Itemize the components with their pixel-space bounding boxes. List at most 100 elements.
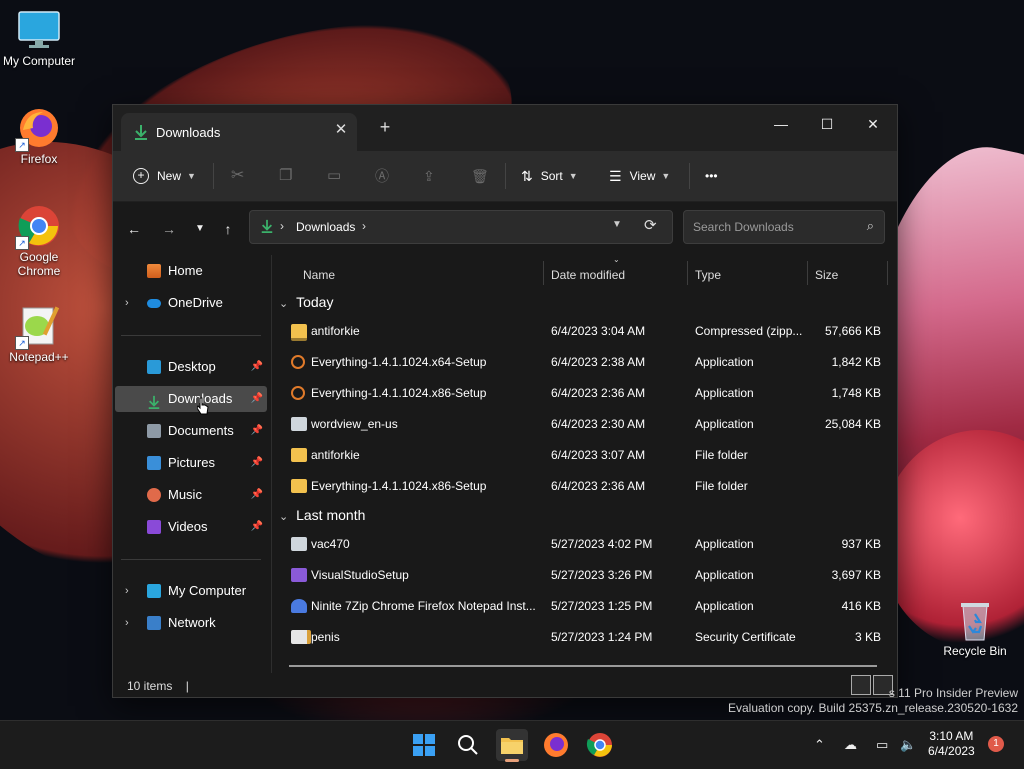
- copy-button[interactable]: ❐: [279, 164, 292, 188]
- view-button[interactable]: ☰ View ▼: [609, 164, 670, 188]
- search-placeholder: Search Downloads: [693, 220, 794, 234]
- file-name: wordview_en-us: [311, 417, 398, 431]
- address-bar[interactable]: › Downloads › ▼ ⟳: [249, 210, 673, 244]
- delete-button[interactable]: 🗑: [471, 164, 489, 188]
- column-header-name[interactable]: Name: [303, 263, 335, 287]
- up-arrow-icon[interactable]: ↑: [217, 219, 239, 239]
- cut-button[interactable]: ✂: [231, 164, 244, 188]
- paste-button[interactable]: ▭: [327, 164, 341, 188]
- file-date-modified: 5/27/2023 1:24 PM: [551, 630, 653, 644]
- taskbar-file-explorer[interactable]: [496, 729, 528, 762]
- divider: [505, 163, 506, 189]
- expand-chevron-icon[interactable]: ›: [125, 578, 129, 604]
- details-view-icon[interactable]: [851, 675, 871, 695]
- file-size: 1,748 KB: [831, 386, 881, 400]
- refresh-icon[interactable]: ⟳: [644, 216, 657, 234]
- file-date-modified: 5/27/2023 4:02 PM: [551, 537, 653, 551]
- column-divider[interactable]: [887, 261, 888, 285]
- file-name: Everything-1.4.1.1024.x86-Setup: [311, 386, 487, 400]
- search-button[interactable]: [452, 729, 484, 761]
- sort-icon: ⇅: [521, 168, 533, 184]
- close-tab-icon[interactable]: ✕: [331, 120, 351, 140]
- forward-arrow-icon[interactable]: →: [158, 219, 180, 239]
- sidebar-item-home[interactable]: Home: [115, 258, 267, 284]
- column-header-size[interactable]: Size: [815, 263, 838, 287]
- sidebar-item-onedrive[interactable]: › OneDrive: [115, 290, 267, 316]
- chrome-icon: ↗: [15, 204, 61, 250]
- sidebar-item-network[interactable]: › Network: [115, 610, 267, 636]
- expand-chevron-icon[interactable]: ›: [125, 610, 129, 636]
- back-arrow-icon[interactable]: ←: [123, 219, 145, 239]
- sidebar-item-label: Documents: [168, 423, 234, 438]
- search-input[interactable]: Search Downloads ⌕: [683, 210, 885, 244]
- file-date-modified: 6/4/2023 2:30 AM: [551, 417, 646, 431]
- show-hidden-icons-chevron-icon[interactable]: ⌃: [814, 737, 825, 753]
- sidebar-item-my-computer[interactable]: › My Computer: [115, 578, 267, 604]
- cloud-offline-icon[interactable]: ☁: [844, 737, 857, 753]
- file-row[interactable]: Ninite 7Zip Chrome Firefox Notepad Inst.…: [273, 591, 895, 621]
- share-button[interactable]: ⇪: [423, 164, 435, 188]
- clock[interactable]: 3:10 AM 6/4/2023: [928, 729, 975, 759]
- file-row[interactable]: Everything-1.4.1.1024.x86-Setup 6/4/2023 …: [273, 378, 895, 408]
- network-icon[interactable]: ▭: [876, 737, 888, 753]
- clock-time: 3:10 AM: [929, 729, 974, 743]
- column-header-type[interactable]: Type: [695, 263, 721, 287]
- notification-badge[interactable]: 1: [988, 736, 1004, 752]
- file-row[interactable]: penis 5/27/2023 1:24 PM Security Certifica…: [273, 622, 895, 652]
- desktop-icon-notepad-plus-plus[interactable]: ↗ Notepad++: [0, 304, 81, 364]
- desktop-icon-label: My Computer: [2, 54, 76, 68]
- trash-icon: 🗑: [471, 168, 489, 184]
- address-dropdown-icon[interactable]: ▼: [612, 219, 622, 230]
- sidebar-item-pictures[interactable]: Pictures 📌: [115, 450, 267, 476]
- desktop-icon-firefox[interactable]: ↗ Firefox: [0, 106, 81, 166]
- sidebar-item-label: Desktop: [168, 359, 216, 374]
- view-list-icon: ☰: [609, 168, 622, 184]
- file-row[interactable]: VisualStudioSetup 5/27/2023 3:26 PM Applic…: [273, 560, 895, 590]
- desktop-icon-google-chrome[interactable]: ↗ Google Chrome: [0, 204, 81, 278]
- start-button[interactable]: [408, 729, 440, 761]
- volume-icon[interactable]: 🔈: [900, 737, 916, 753]
- taskbar-firefox[interactable]: [540, 729, 572, 761]
- maximize-button[interactable]: ☐: [809, 111, 845, 137]
- column-header-date-modified[interactable]: Date modified: [551, 263, 625, 287]
- close-window-button[interactable]: ✕: [855, 111, 891, 137]
- sidebar-item-downloads[interactable]: Downloads 📌: [115, 386, 267, 412]
- shortcut-arrow-icon: ↗: [15, 336, 29, 350]
- group-header-last-month[interactable]: ⌄ Last month: [279, 503, 365, 527]
- sidebar-item-documents[interactable]: Documents 📌: [115, 418, 267, 444]
- file-row[interactable]: antiforkie 6/4/2023 3:07 AM File folder: [273, 440, 895, 470]
- file-row[interactable]: wordview_en-us 6/4/2023 2:30 AM Applicatio…: [273, 409, 895, 439]
- taskbar-chrome[interactable]: [584, 729, 616, 761]
- sidebar-item-label: Home: [168, 263, 203, 278]
- new-tab-button[interactable]: +: [375, 117, 395, 137]
- desktop-icon-recycle-bin[interactable]: Recycle Bin: [933, 598, 1017, 658]
- file-row[interactable]: Everything-1.4.1.1024.x64-Setup 6/4/2023 …: [273, 347, 895, 377]
- file-name: Ninite 7Zip Chrome Firefox Notepad Inst.…: [311, 599, 536, 613]
- recent-locations-chevron-icon[interactable]: ▼: [189, 219, 211, 239]
- rename-button[interactable]: Ⓐ: [375, 164, 389, 188]
- column-divider[interactable]: [687, 261, 688, 285]
- file-row[interactable]: Everything-1.4.1.1024.x86-Setup 6/4/2023 …: [273, 471, 895, 501]
- sidebar-item-label: Videos: [168, 519, 208, 534]
- horizontal-scrollbar[interactable]: [289, 665, 877, 667]
- new-button[interactable]: + New ▼: [133, 164, 196, 188]
- column-divider[interactable]: [543, 261, 544, 285]
- breadcrumb-downloads[interactable]: Downloads: [296, 220, 355, 234]
- desktop-icon-my-computer[interactable]: My Computer: [0, 8, 81, 68]
- file-row[interactable]: antiforkie 6/4/2023 3:04 AM Compressed (zi…: [273, 316, 895, 346]
- file-row[interactable]: vac470 5/27/2023 4:02 PM Application 937 KB: [273, 529, 895, 559]
- expand-chevron-icon[interactable]: ›: [125, 290, 129, 316]
- sort-button[interactable]: ⇅ Sort ▼: [521, 164, 578, 188]
- sidebar-item-videos[interactable]: Videos 📌: [115, 514, 267, 540]
- sidebar-item-music[interactable]: Music 📌: [115, 482, 267, 508]
- sidebar-item-desktop[interactable]: Desktop 📌: [115, 354, 267, 380]
- tab-downloads[interactable]: Downloads ✕: [121, 113, 357, 151]
- more-options-button[interactable]: •••: [705, 164, 718, 188]
- home-icon: [147, 264, 161, 278]
- group-header-today[interactable]: ⌄ Today: [279, 290, 333, 314]
- pin-icon: 📌: [250, 361, 263, 372]
- minimize-button[interactable]: —: [763, 111, 799, 137]
- column-divider[interactable]: [807, 261, 808, 285]
- pane-splitter[interactable]: [271, 255, 272, 673]
- firefox-icon: ↗: [15, 106, 61, 152]
